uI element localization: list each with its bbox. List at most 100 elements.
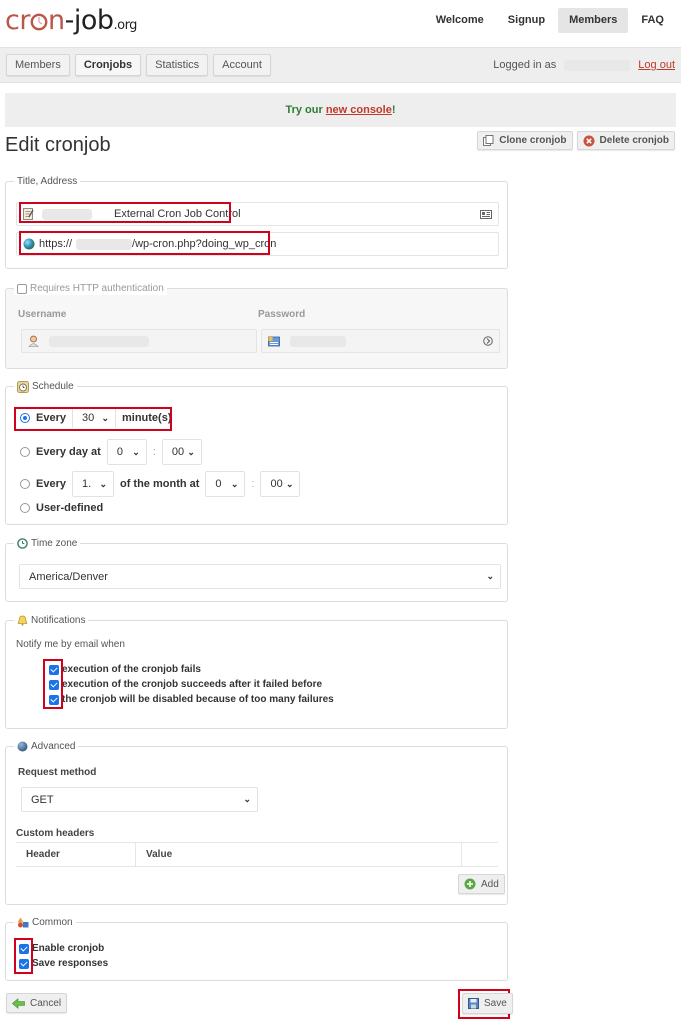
user-icon xyxy=(28,335,39,347)
clone-cronjob-button[interactable]: Clone cronjob xyxy=(477,131,573,150)
page-actions: Clone cronjob Delete cronjob xyxy=(477,131,675,150)
time-separator: : xyxy=(152,446,156,458)
title-address-legend: Title, Address xyxy=(14,175,81,188)
tab-account[interactable]: Account xyxy=(213,54,271,76)
radio-user-defined[interactable] xyxy=(20,503,30,513)
logo-clock-o xyxy=(30,5,48,36)
timezone-select[interactable]: America/Denver ⌄ xyxy=(19,564,501,589)
user-defined-label: User-defined xyxy=(36,502,104,514)
logo-text-cr: cr xyxy=(5,5,30,36)
advanced-section: Advanced Request method GET ⌄ Custom hea… xyxy=(5,740,508,905)
month-minute-select[interactable]: 00 ⌄ xyxy=(260,471,301,497)
login-status: Logged in as Log out xyxy=(493,59,675,71)
save-responses-label[interactable]: Save responses xyxy=(32,958,108,969)
every-minutes-highlight xyxy=(14,407,172,431)
logo-text-n: n xyxy=(47,5,65,36)
chevron-down-icon: ⌄ xyxy=(230,478,239,489)
day-hour-select[interactable]: 0 ⌄ xyxy=(106,439,147,465)
logged-in-label: Logged in as xyxy=(493,59,557,71)
logo-text-job: -job xyxy=(64,5,114,36)
notify-disabled-label[interactable]: the cronjob will be disabled because of … xyxy=(62,694,334,705)
http-auth-checkbox[interactable] xyxy=(17,283,27,294)
title-highlight xyxy=(19,202,231,223)
tab-statistics[interactable]: Statistics xyxy=(146,54,209,76)
notifications-section: Notifications Notify me by email when ex… xyxy=(5,614,508,729)
radio-every-day[interactable] xyxy=(20,447,30,457)
delete-cronjob-button[interactable]: Delete cronjob xyxy=(576,131,675,150)
common-legend: Common xyxy=(14,916,76,929)
time-separator: : xyxy=(251,478,255,490)
advanced-legend: Advanced xyxy=(14,740,79,753)
add-header-button[interactable]: Add xyxy=(458,874,505,894)
clock-icon xyxy=(30,13,48,31)
every-day-label: Every day at xyxy=(36,446,101,458)
console-banner: Try our new console! xyxy=(5,93,676,127)
back-arrow-icon xyxy=(12,997,25,1009)
month-hour-value: 0 xyxy=(215,478,222,490)
cancel-button[interactable]: Cancel xyxy=(6,993,68,1013)
top-nav: Welcome Signup Members FAQ xyxy=(425,8,675,33)
common-checkboxes-highlight xyxy=(14,938,33,974)
save-label: Save xyxy=(484,998,507,1009)
tab-cronjobs[interactable]: Cronjobs xyxy=(74,54,142,76)
tab-members[interactable]: Members xyxy=(6,54,70,76)
of-month-label: of the month at xyxy=(119,478,200,490)
nav-members[interactable]: Members xyxy=(558,8,629,33)
clone-label: Clone cronjob xyxy=(499,135,567,146)
custom-headers-label: Custom headers xyxy=(16,828,95,839)
schedule-legend-text: Schedule xyxy=(32,381,74,392)
site-logo[interactable]: cr n-job.org xyxy=(5,4,137,43)
nav-signup[interactable]: Signup xyxy=(497,8,556,33)
cancel-label: Cancel xyxy=(30,997,62,1009)
timezone-section: Time zone America/Denver ⌄ xyxy=(5,537,508,602)
notify-fails-label[interactable]: execution of the cronjob fails xyxy=(62,664,201,675)
new-console-link[interactable]: new console xyxy=(326,104,392,116)
schedule-option-every-month: Every 1. ⌄ of the month at 0 ⌄ : 00 ⌄ xyxy=(20,471,301,497)
column-header-actions xyxy=(462,843,498,866)
every-month-label: Every xyxy=(36,478,66,490)
nav-welcome[interactable]: Welcome xyxy=(425,8,495,33)
chevron-down-icon: ⌄ xyxy=(243,794,251,804)
notifications-legend-text: Notifications xyxy=(31,615,86,626)
banner-suffix: ! xyxy=(391,104,396,116)
schedule-legend: Schedule xyxy=(14,380,77,393)
save-button[interactable]: Save xyxy=(462,993,513,1014)
logout-link[interactable]: Log out xyxy=(638,59,675,71)
radio-every-month[interactable] xyxy=(20,479,30,489)
page-title: Edit cronjob xyxy=(5,134,111,156)
sub-nav-bar: Members Cronjobs Statistics Account Logg… xyxy=(0,47,681,83)
request-method-select[interactable]: GET ⌄ xyxy=(21,787,258,812)
banner-text: Try our xyxy=(285,104,326,116)
timezone-legend-text: Time zone xyxy=(31,538,78,549)
timezone-value: America/Denver xyxy=(29,570,108,583)
password-input[interactable] xyxy=(261,329,500,353)
reveal-password-icon[interactable] xyxy=(483,336,493,346)
legend-text: Title, Address xyxy=(17,176,78,187)
floppy-disk-icon xyxy=(468,998,479,1009)
notify-succeeds-label[interactable]: execution of the cronjob succeeds after … xyxy=(62,679,322,690)
month-hour-select[interactable]: 0 ⌄ xyxy=(205,471,246,497)
nav-faq[interactable]: FAQ xyxy=(630,8,675,33)
url-highlight xyxy=(19,231,270,255)
enable-cronjob-label[interactable]: Enable cronjob xyxy=(32,943,104,954)
custom-headers-table: Header Value xyxy=(16,842,498,867)
bell-icon xyxy=(17,615,28,626)
month-day-select[interactable]: 1. ⌄ xyxy=(71,471,114,497)
notify-option-fails: execution of the cronjob fails xyxy=(49,664,201,675)
common-legend-text: Common xyxy=(32,917,73,928)
notifications-legend: Notifications xyxy=(14,614,89,627)
alarm-clock-icon xyxy=(17,380,29,393)
http-auth-label[interactable]: Requires HTTP authentication xyxy=(30,282,164,295)
common-section: Common Enable cronjob Save responses xyxy=(5,916,508,981)
add-label: Add xyxy=(481,878,499,890)
timezone-legend: Time zone xyxy=(14,537,81,550)
http-auth-section: Requires HTTP authentication Username Pa… xyxy=(5,282,508,369)
day-minute-select[interactable]: 00 ⌄ xyxy=(161,439,202,465)
logo-text-org: .org xyxy=(113,18,137,33)
id-card-icon[interactable] xyxy=(480,209,492,219)
password-redacted-value xyxy=(290,335,346,347)
sub-tabs: Members Cronjobs Statistics Account xyxy=(6,54,271,76)
chevron-down-icon: ⌄ xyxy=(486,571,494,581)
notify-intro: Notify me by email when xyxy=(16,639,125,650)
username-input[interactable] xyxy=(21,329,257,353)
